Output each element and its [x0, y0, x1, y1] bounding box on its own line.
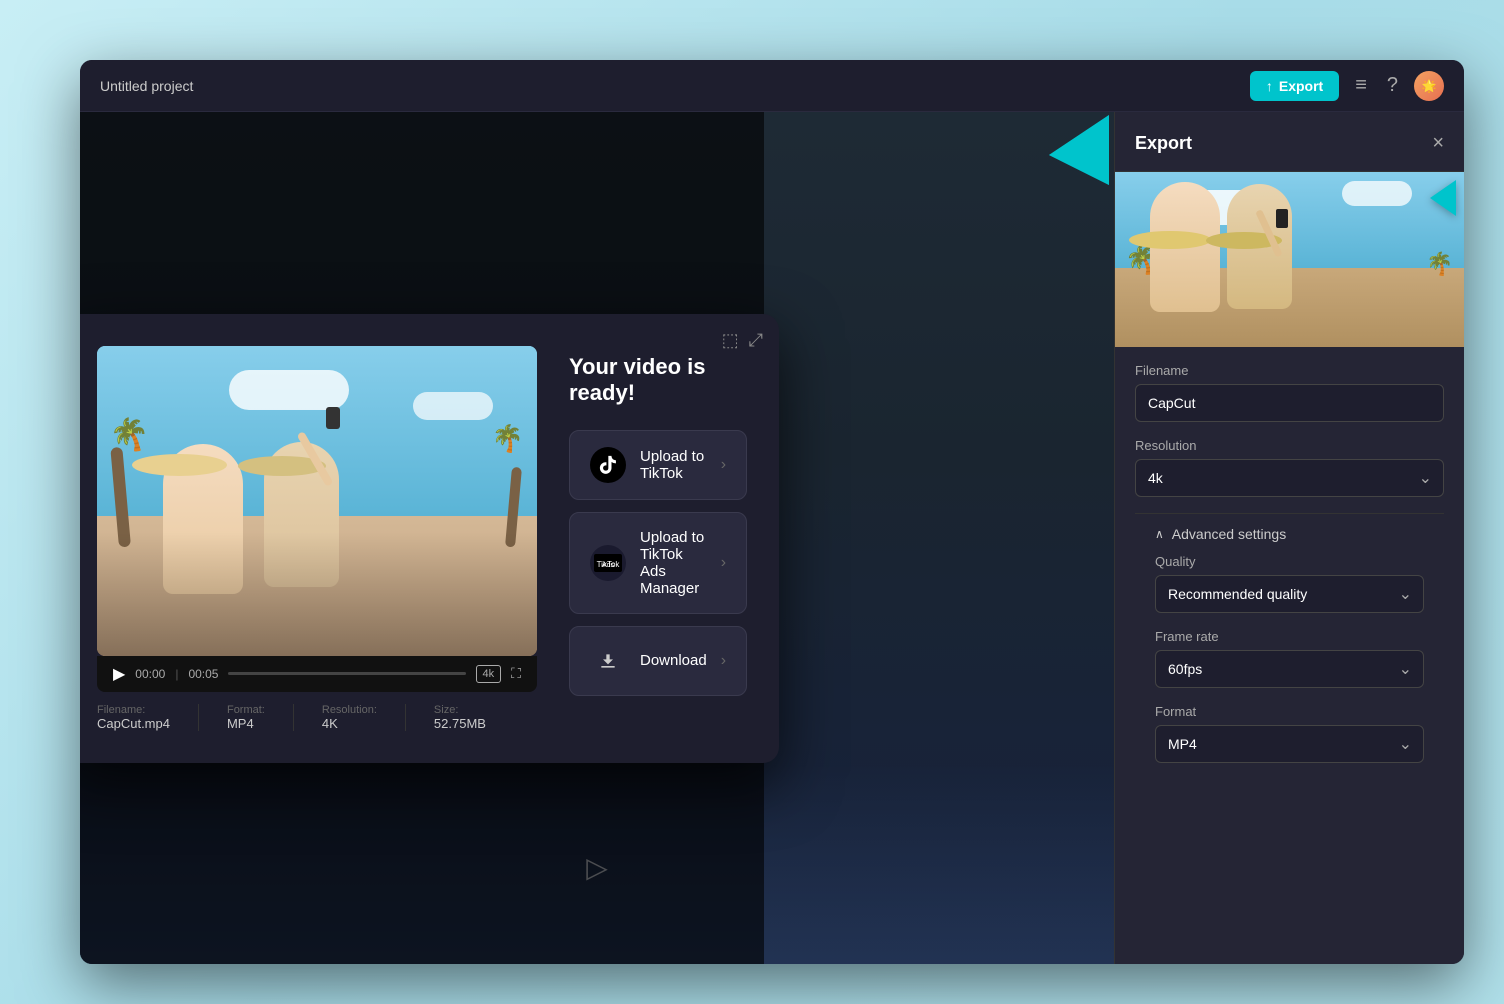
format-info: Format: MP4 [227, 704, 265, 731]
export-panel: Export × 🌴 🌴 [1114, 112, 1464, 964]
download-icon [590, 643, 626, 679]
resolution-label: Resolution: [322, 704, 377, 716]
video-controls: ▶ 00:00 | 00:05 4k ⛶ [97, 656, 537, 692]
export-close-button[interactable]: × [1432, 132, 1444, 155]
quality-select-wrapper: Recommended quality High quality Custom [1155, 575, 1424, 613]
format-group: Format MP4 MOV AVI GIF [1155, 704, 1424, 763]
help-button[interactable]: ? [1383, 70, 1402, 101]
current-time: 00:00 [135, 667, 165, 681]
modal-icons: ⬚ ⤢ [722, 330, 763, 351]
quality-select[interactable]: Recommended quality High quality Custom [1155, 575, 1424, 613]
file-info: Filename: CapCut.mp4 Format: MP4 [97, 704, 537, 731]
filename-info: Filename: CapCut.mp4 [97, 704, 170, 731]
modal-subtitle-icon[interactable]: ⬚ [722, 330, 739, 351]
advanced-chevron-icon: ∧ [1155, 527, 1164, 541]
top-bar: Untitled project ↑ Export ≡ ? 🌟 [80, 60, 1464, 112]
resolution-field-label: Resolution [1135, 438, 1444, 453]
quality-field-label: Quality [1155, 554, 1424, 569]
top-bar-actions: ↑ Export ≡ ? 🌟 [1250, 70, 1444, 101]
tiktok-ads-chevron-icon: › [721, 554, 726, 572]
export-label: Export [1279, 78, 1323, 94]
modal-title: Your video is ready! [569, 354, 747, 406]
modal-fullscreen-icon[interactable]: ⤢ [749, 330, 763, 351]
play-button[interactable]: ▶ [113, 664, 125, 684]
size-info: Size: 52.75MB [434, 704, 486, 731]
upload-tiktok-button[interactable]: Upload to TikTok › [569, 430, 747, 500]
filename-value: CapCut.mp4 [97, 716, 170, 731]
download-chevron-icon: › [721, 652, 726, 670]
advanced-label: Advanced settings [1172, 526, 1286, 542]
modal-overlay: ⬚ ⤢ [80, 112, 764, 964]
avatar[interactable]: 🌟 [1414, 71, 1444, 101]
tiktok-icon [590, 447, 626, 483]
framerate-group: Frame rate 60fps 30fps 24fps [1155, 629, 1424, 688]
quality-group: Quality Recommended quality High quality… [1155, 554, 1424, 613]
resolution-select[interactable]: 4k 1080p 720p 480p [1135, 459, 1444, 497]
filename-field-label: Filename [1135, 363, 1444, 378]
svg-text:Ads: Ads [602, 562, 615, 569]
format-value: MP4 [227, 716, 265, 731]
video-player: 🌴 🌴 [97, 346, 537, 731]
resolution-select-wrapper: 4k 1080p 720p 480p [1135, 459, 1444, 497]
format-field-label: Format [1155, 704, 1424, 719]
video-scene: 🌴 🌴 [97, 346, 537, 656]
upload-tiktok-ads-label: Upload to TikTok Ads Manager [640, 529, 707, 597]
size-value: 52.75MB [434, 716, 486, 731]
export-panel-title: Export [1135, 133, 1192, 154]
divider-2 [293, 704, 294, 731]
filename-label: Filename: [97, 704, 170, 716]
video-ready-modal: ⬚ ⤢ [80, 314, 779, 763]
resolution-group: Resolution 4k 1080p 720p 480p [1135, 438, 1444, 497]
tiktok-chevron-icon: › [721, 456, 726, 474]
main-content: ▷ ⬚ ⤢ [80, 112, 1464, 964]
framerate-select-wrapper: 60fps 30fps 24fps [1155, 650, 1424, 688]
format-select[interactable]: MP4 MOV AVI GIF [1155, 725, 1424, 763]
upload-tiktok-ads-button[interactable]: TikTok Ads Upload to TikTok Ads Manager … [569, 512, 747, 614]
size-label: Size: [434, 704, 486, 716]
modal-right: Your video is ready! Upload to TikTok › [569, 346, 747, 731]
filename-input[interactable] [1135, 384, 1444, 422]
advanced-toggle[interactable]: ∧ Advanced settings [1155, 526, 1424, 542]
project-title: Untitled project [100, 78, 193, 94]
modal-body: 🌴 🌴 [97, 346, 747, 731]
download-label: Download [640, 652, 707, 669]
export-button[interactable]: ↑ Export [1250, 71, 1339, 101]
upload-tiktok-label: Upload to TikTok [640, 448, 707, 482]
export-thumbnail: 🌴 🌴 [1115, 172, 1464, 347]
time-separator: | [175, 667, 178, 681]
thumbnail-scene: 🌴 🌴 [1115, 172, 1464, 347]
duration: 00:05 [188, 667, 218, 681]
tiktok-ads-icon: TikTok Ads [590, 545, 626, 581]
framerate-select[interactable]: 60fps 30fps 24fps [1155, 650, 1424, 688]
export-form: Filename Resolution 4k 1080p 720p 480p [1115, 347, 1464, 964]
progress-bar[interactable] [228, 672, 465, 675]
resolution-info: Resolution: 4K [322, 704, 377, 731]
fullscreen-button[interactable]: ⛶ [511, 665, 521, 682]
download-button[interactable]: Download › [569, 626, 747, 696]
app-window: Untitled project ↑ Export ≡ ? 🌟 ▷ ⬚ [80, 60, 1464, 964]
framerate-field-label: Frame rate [1155, 629, 1424, 644]
advanced-section: ∧ Advanced settings Quality Recommended … [1135, 513, 1444, 763]
layers-button[interactable]: ≡ [1351, 70, 1371, 101]
filename-group: Filename [1135, 363, 1444, 422]
divider-1 [198, 704, 199, 731]
quality-badge: 4k [476, 665, 502, 683]
export-upload-icon: ↑ [1266, 78, 1273, 94]
format-label: Format: [227, 704, 265, 716]
export-panel-header: Export × [1115, 112, 1464, 172]
format-select-wrapper: MP4 MOV AVI GIF [1155, 725, 1424, 763]
editor-area: ▷ ⬚ ⤢ [80, 112, 1114, 964]
divider-3 [405, 704, 406, 731]
video-preview: 🌴 🌴 [97, 346, 537, 656]
resolution-value: 4K [322, 716, 377, 731]
